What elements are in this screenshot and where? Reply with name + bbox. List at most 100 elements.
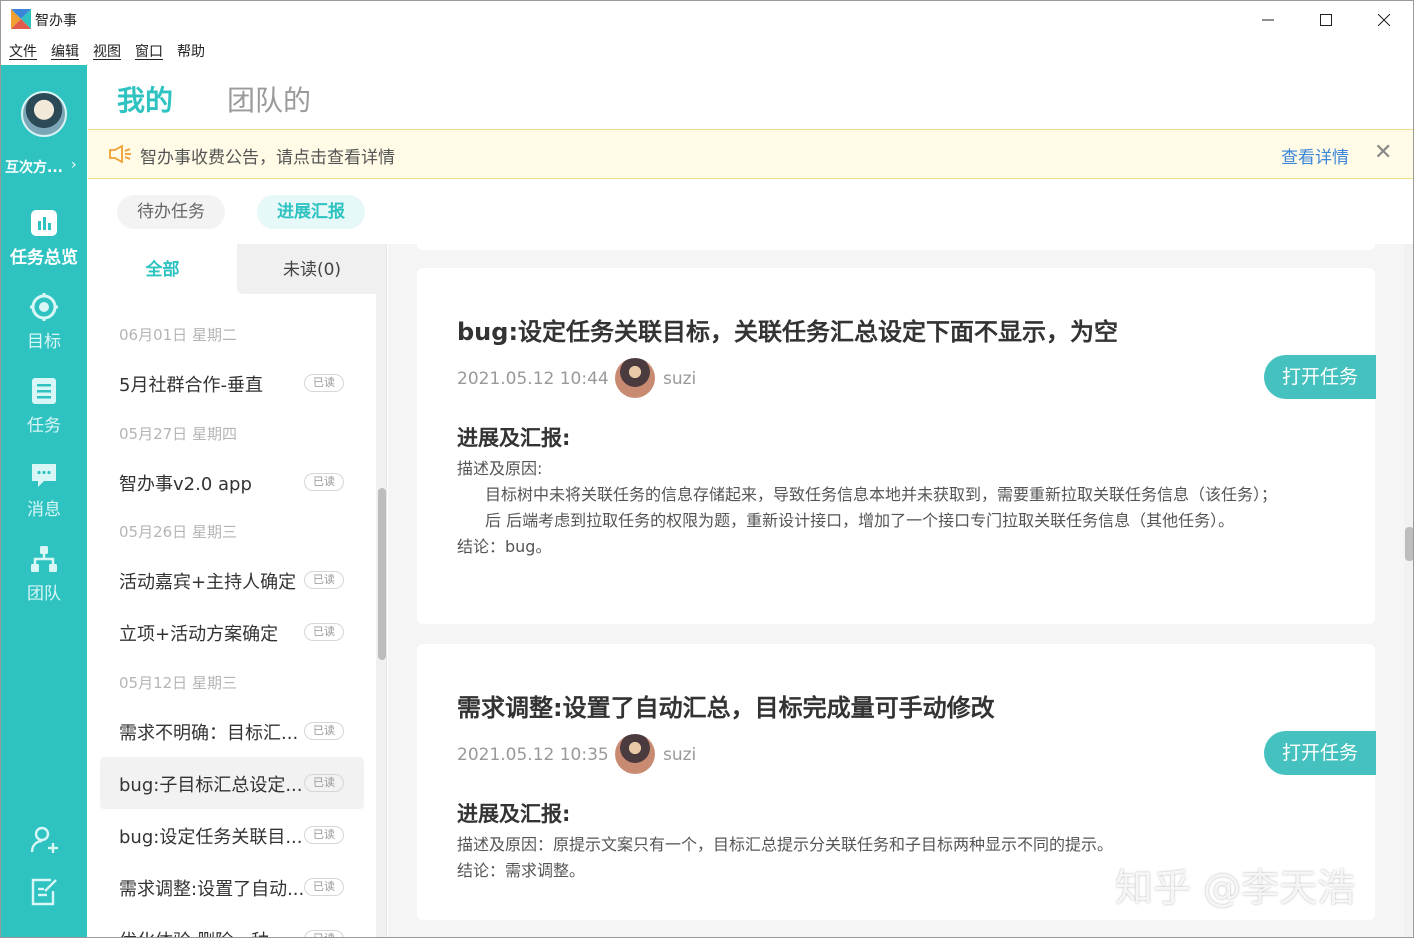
rail-item-team[interactable]: 团队 <box>1 545 87 604</box>
menu-file[interactable]: 文件 <box>9 39 37 65</box>
notice-details-link[interactable]: 查看详情 <box>1281 143 1349 168</box>
notice-banner: 智办事收费公告，请点击查看详情 查看详情 ✕ <box>88 129 1413 179</box>
feed-scrollbar[interactable] <box>1404 244 1413 937</box>
list-item[interactable]: 活动嘉宾+主持人确定 已读 <box>100 554 364 606</box>
read-badge: 已读 <box>304 878 344 896</box>
chevron-right-icon[interactable]: › <box>71 157 77 173</box>
list-item-title: 5月社群合作-垂直 <box>119 375 263 396</box>
window-title: 智办事 <box>35 13 77 29</box>
date-header: 05月12日 星期三 <box>119 674 237 692</box>
read-badge: 已读 <box>304 722 344 740</box>
filter-unread[interactable]: 未读(0) <box>237 244 386 294</box>
list-item-title: bug:设定任务关联目... <box>119 827 303 848</box>
app-logo-icon <box>11 9 31 29</box>
subtab-todo[interactable]: 待办任务 <box>117 195 225 229</box>
open-task-button[interactable]: 打开任务 <box>1264 731 1376 775</box>
card-timestamp: 2021.05.12 10:35 <box>457 745 609 765</box>
list-item-title: 智办事v2.0 app <box>119 474 252 495</box>
minimize-button[interactable] <box>1239 1 1297 39</box>
title-bar: 智办事 <box>1 1 1413 39</box>
card-title: bug:设定任务关联目标，关联任务汇总设定下面不显示，为空 <box>457 318 1119 346</box>
rail-item-messages[interactable]: 消息 <box>1 461 87 520</box>
card-body-line: 结论：bug。 <box>457 537 552 556</box>
notice-text: 智办事收费公告，请点击查看详情 <box>140 148 395 168</box>
edit-note-icon[interactable] <box>29 877 59 907</box>
subtab-progress[interactable]: 进展汇报 <box>257 195 365 229</box>
rail-label: 任务总览 <box>10 248 78 268</box>
list-item-title: 需求不明确：目标汇... <box>119 723 299 744</box>
rail-label: 目标 <box>27 332 61 352</box>
date-header: 05月27日 星期四 <box>119 425 237 443</box>
read-badge: 已读 <box>304 826 344 844</box>
card-body-line: 描述及原因: <box>457 459 543 478</box>
rail-item-overview[interactable]: 任务总览 <box>1 209 87 268</box>
feed-scrollbar-thumb[interactable] <box>1405 527 1413 561</box>
avatar <box>615 358 655 398</box>
close-icon <box>1378 14 1390 26</box>
read-badge: 已读 <box>304 623 344 641</box>
notice-close-icon[interactable]: ✕ <box>1374 140 1392 165</box>
tab-team[interactable]: 团队的 <box>227 79 311 119</box>
message-icon <box>32 464 56 487</box>
user-name[interactable]: 互次方... <box>5 157 63 177</box>
add-person-icon[interactable] <box>29 825 59 855</box>
report-list-panel: 全部 未读(0) 06月01日 星期二 5月社群合作-垂直 已读 05月27日 … <box>88 244 387 937</box>
date-header: 06月01日 星期二 <box>119 326 237 344</box>
minimize-icon <box>1262 19 1274 21</box>
card-body-line: 目标树中未将关联任务的信息存储起来，导致任务信息本地并未获取到，需要重新拉取关联… <box>485 485 1278 504</box>
list-item[interactable]: 需求调整:设置了自动... 已读 <box>100 861 364 913</box>
read-badge: 已读 <box>304 374 344 392</box>
card-body: 描述及原因: 目标树中未将关联任务的信息存储起来，导致任务信息本地并未获取到，需… <box>457 456 1327 560</box>
card-body-line: 后 后端考虑到拉取任务的权限为题，重新设计接口，增加了一个接口专门拉取关联任务信… <box>485 511 1235 530</box>
card-section-title: 进展及汇报: <box>457 426 571 450</box>
list-scrollbar-thumb[interactable] <box>378 488 386 660</box>
list-item-title: 活动嘉宾+主持人确定 <box>119 572 297 593</box>
list-item[interactable]: bug:设定任务关联目... 已读 <box>100 809 364 861</box>
list-item[interactable]: 5月社群合作-垂直 已读 <box>100 357 364 409</box>
user-avatar[interactable] <box>21 91 67 137</box>
menu-help[interactable]: 帮助 <box>177 39 205 65</box>
list-item-title: bug:子目标汇总设定... <box>119 775 303 796</box>
watermark: 知乎 @李天浩 <box>1115 866 1356 910</box>
list-item-title: 优化体验:删除一种... <box>119 927 286 937</box>
report-feed: bug:设定任务关联目标，关联任务汇总设定下面不显示，为空 2021.05.12… <box>388 244 1413 937</box>
read-badge: 已读 <box>304 930 344 937</box>
tab-mine[interactable]: 我的 <box>117 79 173 119</box>
close-button[interactable] <box>1355 1 1413 39</box>
list-item[interactable]: 立项+活动方案确定 已读 <box>100 606 364 658</box>
open-task-button[interactable]: 打开任务 <box>1264 355 1376 399</box>
date-header: 05月26日 星期三 <box>119 523 237 541</box>
menu-window[interactable]: 窗口 <box>135 39 163 65</box>
maximize-icon <box>1320 14 1332 26</box>
task-list-icon <box>32 378 56 404</box>
rail-label: 任务 <box>27 416 61 436</box>
menu-edit[interactable]: 编辑 <box>51 39 79 65</box>
bar-chart-icon <box>31 210 57 236</box>
read-badge: 已读 <box>304 473 344 491</box>
menu-bar: 文件 编辑 视图 窗口 帮助 <box>1 39 1413 65</box>
list-item[interactable]: 优化体验:删除一种... 已读 <box>100 913 364 937</box>
read-badge: 已读 <box>304 774 344 792</box>
team-tree-icon <box>31 546 57 572</box>
report-card: bug:设定任务关联目标，关联任务汇总设定下面不显示，为空 2021.05.12… <box>417 268 1376 624</box>
card-body-line: 描述及原因：原提示文案只有一个，目标汇总提示分关联任务和子目标两种显示不同的提示… <box>457 835 1114 854</box>
list-item-title: 需求调整:设置了自动... <box>119 879 305 900</box>
card-user: suzi <box>663 745 697 765</box>
menu-view[interactable]: 视图 <box>93 39 121 65</box>
card-timestamp: 2021.05.12 10:44 <box>457 369 609 389</box>
card-user: suzi <box>663 369 697 389</box>
rail-label: 消息 <box>27 500 61 520</box>
rail-label: 团队 <box>27 584 61 604</box>
list-item-selected[interactable]: bug:子目标汇总设定... 已读 <box>100 757 364 809</box>
maximize-button[interactable] <box>1297 1 1355 39</box>
read-badge: 已读 <box>304 571 344 589</box>
rail-item-goals[interactable]: 目标 <box>1 293 87 352</box>
rail-item-tasks[interactable]: 任务 <box>1 377 87 436</box>
app-window: 智办事 文件 编辑 视图 窗口 帮助 互次方... › 任务总览 目标 任务 消… <box>0 0 1414 938</box>
card-section-title: 进展及汇报: <box>457 802 571 826</box>
megaphone-icon <box>109 144 131 164</box>
card-title: 需求调整:设置了自动汇总，目标完成量可手动修改 <box>457 694 995 722</box>
list-item[interactable]: 需求不明确：目标汇... 已读 <box>100 705 364 757</box>
filter-all[interactable]: 全部 <box>88 244 237 294</box>
list-item[interactable]: 智办事v2.0 app 已读 <box>100 456 364 508</box>
